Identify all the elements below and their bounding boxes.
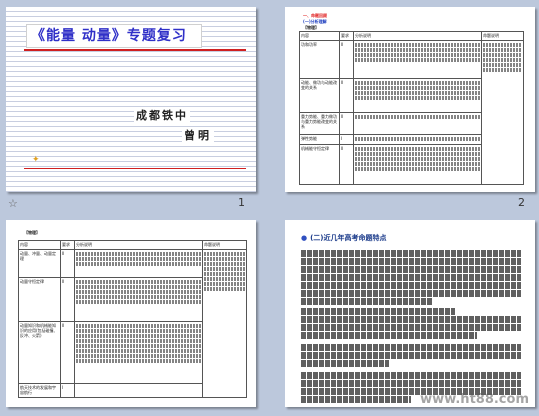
row-label: 动量、冲量、动量定理 xyxy=(18,249,61,278)
table-heading: 【物理】 xyxy=(24,230,40,235)
row-level: II xyxy=(60,321,75,384)
column-header: 命题说明 xyxy=(481,31,524,41)
column-header: 分析说明 xyxy=(74,240,203,250)
slide-number-1: 1 xyxy=(238,196,245,209)
row-level: I xyxy=(60,383,75,398)
table-cell xyxy=(353,144,482,185)
row-level: II xyxy=(60,277,75,322)
slide-thumbnail-3[interactable]: 【物理】 内容 要求 分析说明 命题说明 动量、冲量、动量定理 II 动量守恒定… xyxy=(6,220,256,407)
table-cell xyxy=(74,249,203,278)
row-level: II xyxy=(339,78,354,113)
transition-star-icon: ☆ xyxy=(8,197,18,210)
syllabus-table: 内容 要求 分析说明 命题说明 动量、冲量、动量定理 II 动量守恒定律 II … xyxy=(18,240,247,398)
row-label: 航天技术的发展和宇宙航行 xyxy=(18,383,61,398)
heading-text: (二)近几年高考命题特点 xyxy=(310,234,387,242)
sparkle-icon: ✦ xyxy=(32,155,40,165)
table-cell xyxy=(74,321,203,384)
table-cell xyxy=(202,249,247,398)
slide-thumbnail-1[interactable]: 《能量 动量》专题复习 成都铁中 曾明 ✦ xyxy=(6,7,256,192)
row-label: 动量守恒定律 xyxy=(18,277,61,322)
column-header: 命题说明 xyxy=(202,240,247,250)
table-cell xyxy=(481,40,524,185)
syllabus-table: 内容 要求 分析说明 命题说明 功和功率 II 动能、做功与动能改变的关系 II… xyxy=(299,31,524,185)
table-cell xyxy=(353,112,482,135)
column-header: 内容 xyxy=(18,240,61,250)
slide-thumbnail-2[interactable]: 一、命题回顾 (一)分析理解 【物理】 内容 要求 分析说明 命题说明 功和功率… xyxy=(285,7,535,192)
table-cell xyxy=(353,40,482,79)
row-level: II xyxy=(339,144,354,185)
title-underline xyxy=(24,49,246,51)
row-label: 机械能守恒定律 xyxy=(299,144,340,185)
column-header: 分析说明 xyxy=(353,31,482,41)
footer-line xyxy=(24,168,246,169)
point-1 xyxy=(301,308,521,340)
paragraph-intro xyxy=(301,250,521,306)
row-level: II xyxy=(60,249,75,278)
column-header: 要求 xyxy=(60,240,75,250)
slide-thumbnail-4[interactable]: ● (二)近几年高考命题特点 www.ht88.com xyxy=(285,220,535,407)
point-2 xyxy=(301,344,521,368)
slide-number-2: 2 xyxy=(518,196,525,209)
table-cell xyxy=(353,134,482,145)
column-header: 内容 xyxy=(299,31,340,41)
slide-heading: ● (二)近几年高考命题特点 xyxy=(301,233,387,243)
row-label: 动量知识和机械能知识的应用(包括碰撞、反冲、火箭) xyxy=(18,321,61,384)
table-cell xyxy=(74,277,203,322)
table-cell xyxy=(353,78,482,113)
bullet-icon: ● xyxy=(301,234,308,242)
slide-title: 《能量 动量》专题复习 xyxy=(26,24,202,48)
table-cell xyxy=(74,383,203,398)
author-name: 曾明 xyxy=(182,127,214,143)
row-label: 弹性势能 xyxy=(299,134,340,145)
column-header: 要求 xyxy=(339,31,354,41)
row-label: 重力势能、重力做功与重力势能改变的关系 xyxy=(299,112,340,135)
school-name: 成都铁中 xyxy=(134,107,190,123)
row-level: II xyxy=(339,40,354,79)
row-level: II xyxy=(339,112,354,135)
row-level: I xyxy=(339,134,354,145)
watermark: www.ht88.com xyxy=(420,392,529,407)
row-label: 动能、做功与动能改变的关系 xyxy=(299,78,340,113)
row-label: 功和功率 xyxy=(299,40,340,79)
